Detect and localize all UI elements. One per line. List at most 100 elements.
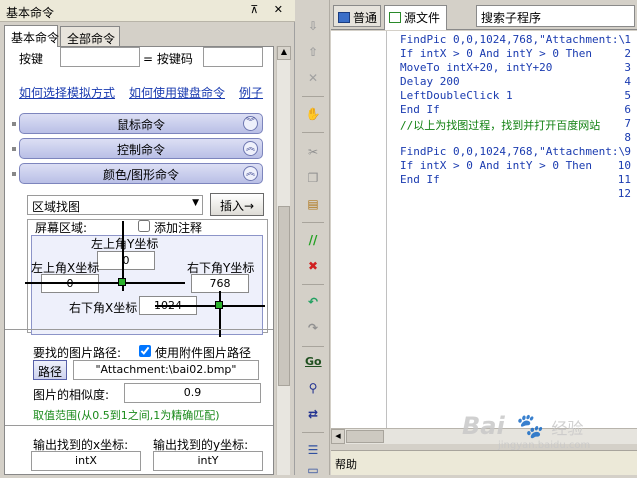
panel-title: 基本命令	[6, 6, 55, 20]
cut-icon[interactable]: ✂	[305, 144, 321, 160]
section-color-image-commands[interactable]: 颜色/图形命令 ︽	[12, 163, 263, 184]
line-number: 10	[617, 159, 631, 172]
image-path-label: 要找的图片路径:	[33, 346, 122, 360]
section-control-commands[interactable]: 控制命令 ︽	[12, 138, 263, 159]
function-select[interactable]: 区域找图 ▼	[27, 195, 203, 215]
code-line[interactable]: MoveTo intX+20, intY+20	[400, 61, 552, 74]
line-number: 3	[624, 61, 631, 74]
tab-source-label: 源文件	[404, 11, 441, 25]
code-line[interactable]: FindPic 0,0,1024,768,"Attachment:\	[400, 145, 625, 158]
divider	[5, 329, 273, 330]
code-line[interactable]: LeftDoubleClick 1	[400, 89, 513, 102]
redo-icon[interactable]: ↷	[305, 320, 321, 336]
list-icon[interactable]: ☰	[305, 442, 321, 458]
help-label: 帮助	[335, 458, 357, 471]
find-icon[interactable]: ⚲	[305, 380, 321, 396]
replace-icon[interactable]: ⇄	[305, 406, 321, 422]
section-color-label: 颜色/图形命令	[102, 168, 180, 182]
code-line[interactable]: FindPic 0,0,1024,768,"Attachment:\	[400, 33, 625, 46]
toolbar-separator	[302, 284, 324, 285]
add-comment-label: 添加注释	[154, 221, 203, 235]
top-left-y-input[interactable]: 0	[97, 251, 155, 270]
panel-icon[interactable]: ▭	[305, 462, 321, 478]
bottom-right-x-label: 右下角X坐标	[69, 301, 138, 315]
help-bar: 帮助	[331, 450, 637, 475]
section-control-label: 控制命令	[116, 143, 165, 157]
image-path-input[interactable]: "Attachment:\bai02.bmp"	[73, 360, 259, 380]
scroll-left-icon[interactable]: ◀	[331, 429, 345, 444]
key-label: 按键	[19, 52, 44, 66]
divider	[5, 425, 273, 426]
section-mouse-commands[interactable]: 鼠标命令 ︾	[12, 113, 263, 134]
add-comment-checkbox[interactable]	[138, 220, 150, 232]
panel-scrollbar[interactable]: ▲	[276, 46, 291, 475]
link-how-use-keyboard[interactable]: 如何使用键盘命令	[129, 84, 225, 101]
toolbar-separator	[302, 96, 324, 97]
uncomment-icon[interactable]: ✖	[305, 258, 321, 274]
tab-source-file[interactable]: 源文件	[384, 5, 447, 30]
command-panel: 基本命令 ⊼ ✕ 基本命令 全部命令 按键 = 按键码 如何选择模拟方式 如何使…	[0, 0, 295, 475]
code-line[interactable]: If intX > 0 And intY > 0 Then	[400, 47, 592, 60]
tab-normal[interactable]: 普通	[333, 5, 381, 27]
code-line[interactable]: End If	[400, 103, 440, 116]
link-example[interactable]: 例子	[239, 84, 263, 101]
scroll-thumb[interactable]	[278, 206, 290, 386]
search-subroutine-box[interactable]: 搜索子程序	[476, 5, 635, 27]
gutter-divider	[386, 31, 387, 428]
editor-area: 普通 源文件 搜索子程序 1 2 3 4 5 6 7 8 9 10 11 12 …	[331, 0, 637, 475]
line-number: 2	[624, 47, 631, 60]
code-line[interactable]: Delay 200	[400, 75, 460, 88]
comment-icon[interactable]: //	[305, 232, 321, 248]
output-y-input[interactable]: intY	[153, 451, 263, 471]
section-mouse-label: 鼠标命令	[116, 118, 165, 132]
toolbar-separator	[302, 222, 324, 223]
arrow-down-icon[interactable]: ⇩	[305, 18, 321, 34]
vertical-line-bottom	[219, 291, 221, 337]
keycode-input[interactable]	[203, 47, 263, 67]
code-editor[interactable]: 1 2 3 4 5 6 7 8 9 10 11 12 FindPic 0,0,1…	[331, 31, 637, 428]
chevron-down-icon: ︾	[243, 116, 258, 131]
chevron-up-icon: ︽	[243, 166, 258, 181]
screen-area-label: 屏幕区域:	[35, 221, 88, 235]
insert-button[interactable]: 插入→	[210, 193, 264, 216]
go-icon[interactable]: Go	[305, 354, 322, 370]
tab-all-commands[interactable]: 全部命令	[60, 26, 120, 47]
hscroll-thumb[interactable]	[346, 430, 384, 443]
use-attachment-checkbox[interactable]	[139, 345, 151, 357]
dropdown-arrow-icon: ▼	[192, 198, 199, 208]
paste-icon[interactable]: ▤	[305, 196, 321, 212]
delete-icon[interactable]: ✕	[305, 70, 321, 86]
vertical-toolbar: ⇩ ⇧ ✕ ✋ ✂ ❐ ▤ // ✖ ↶ ↷ Go ⚲ ⇄ ☰ ▭	[296, 0, 330, 478]
baidu-watermark: Bai 🐾 经验 jingyan.baidu.com	[462, 412, 632, 452]
line-number: 11	[617, 173, 631, 186]
paw-icon: 🐾	[513, 412, 543, 440]
panel-title-bar: 基本命令 ⊼ ✕	[0, 0, 295, 22]
key-input[interactable]	[60, 47, 140, 67]
source-file-icon	[389, 12, 401, 23]
link-choose-sim-mode[interactable]: 如何选择模拟方式	[19, 84, 115, 101]
output-x-input[interactable]: intX	[31, 451, 141, 471]
tab-normal-label: 普通	[353, 11, 378, 25]
line-number: 6	[624, 103, 631, 116]
normal-view-icon	[338, 12, 350, 23]
copy-icon[interactable]: ❐	[305, 170, 321, 186]
top-left-handle-icon	[118, 278, 126, 286]
watermark-brand-tail: 经验	[551, 419, 584, 438]
code-comment-line[interactable]: //以上为找图过程，找到并打开百度网站	[400, 117, 600, 133]
keycode-label: = 按键码	[143, 52, 193, 66]
scroll-up-icon[interactable]: ▲	[277, 46, 291, 60]
chevron-up-icon: ︽	[243, 141, 258, 156]
path-button[interactable]: 路径	[33, 360, 67, 380]
hand-icon[interactable]: ✋	[305, 106, 321, 122]
similarity-input[interactable]: 0.9	[124, 383, 261, 403]
editor-tabs: 普通 源文件 搜索子程序	[331, 0, 637, 30]
top-left-y-label: 左上角Y坐标	[91, 237, 159, 251]
horizontal-line-bottom	[155, 305, 265, 307]
code-line[interactable]: End If	[400, 173, 440, 186]
undo-icon[interactable]: ↶	[305, 294, 321, 310]
panel-pin-close-buttons[interactable]: ⊼ ✕	[250, 3, 289, 16]
bottom-right-handle-icon	[215, 301, 223, 309]
code-line[interactable]: If intX > 0 And intY > 0 Then	[400, 159, 592, 172]
arrow-up-icon[interactable]: ⇧	[305, 44, 321, 60]
tab-basic-commands[interactable]: 基本命令	[4, 25, 59, 47]
